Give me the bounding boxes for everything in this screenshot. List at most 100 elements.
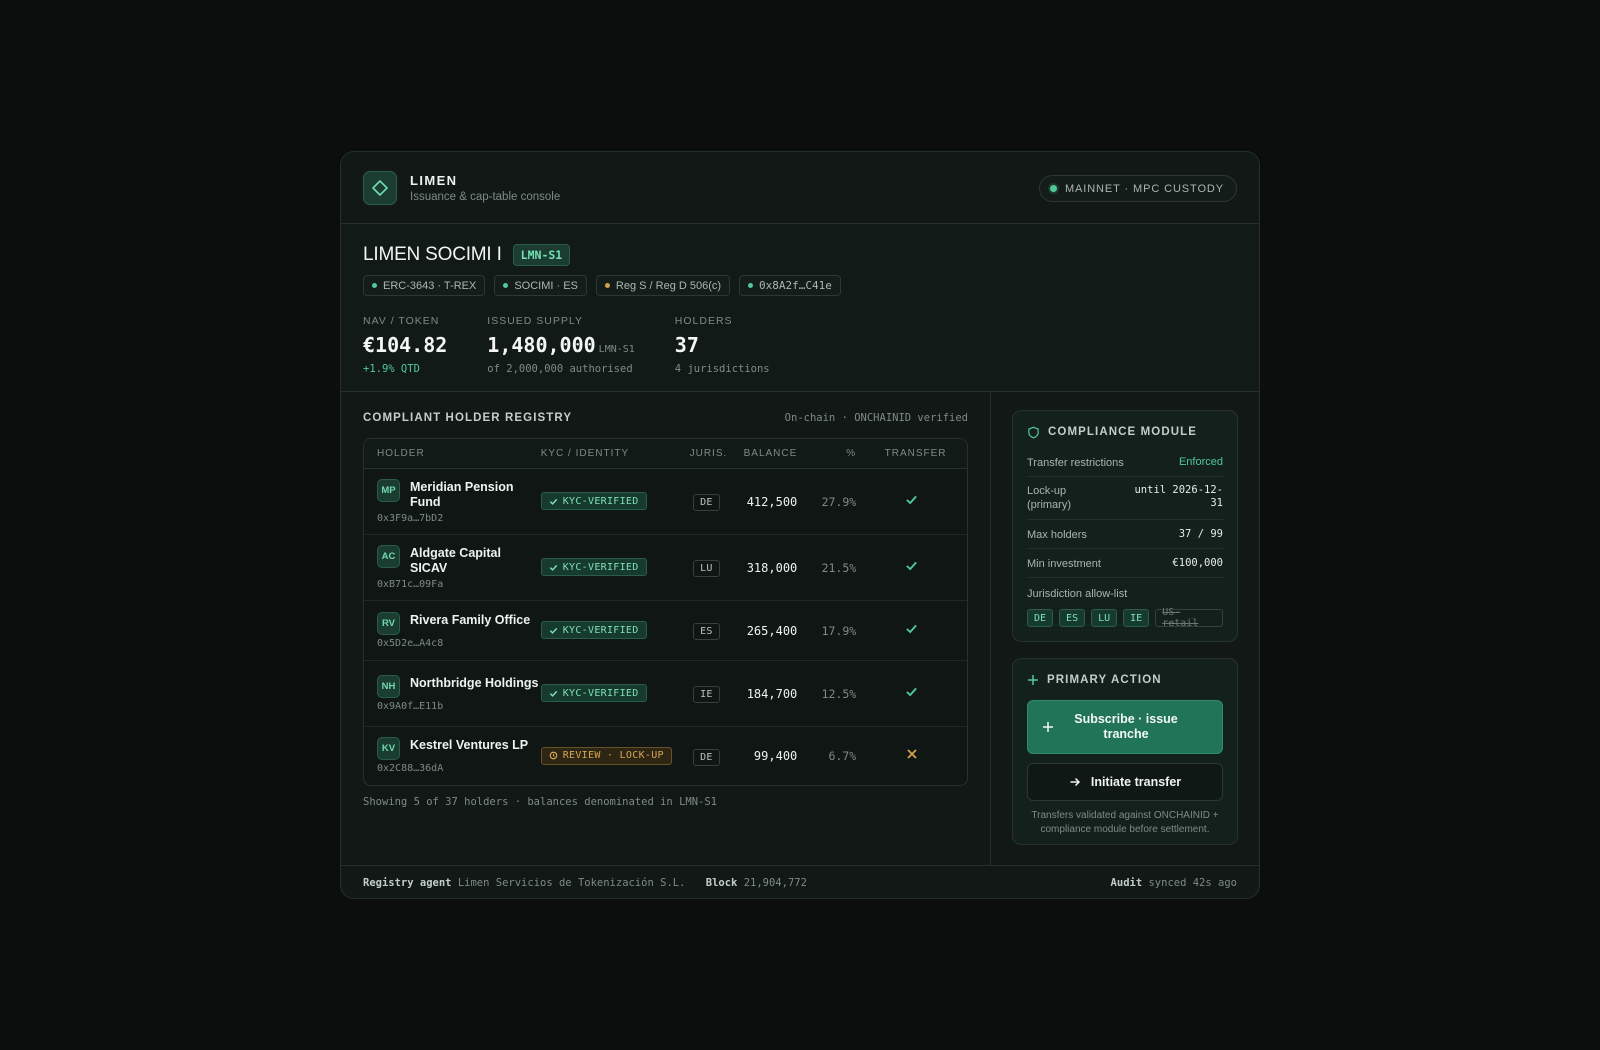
metric-holders: HOLDERS 37 4 jurisdictions — [674, 315, 770, 375]
primary-action-panel: PRIMARY ACTION Subscribe · issue tranche… — [1012, 658, 1238, 845]
holder-address: 0x3F9a…7bD2 — [377, 512, 444, 524]
brand: LIMEN Issuance & cap-table console — [410, 173, 560, 203]
table-row[interactable]: NH Northbridge Holdings 0x9A0f…E11b KYC-V… — [364, 661, 967, 727]
review-badge: REVIEW · LOCK-UP — [540, 746, 672, 765]
col-balance[interactable]: BALANCE — [732, 448, 797, 459]
tag-dot-icon — [503, 283, 509, 288]
balance: 265,400 — [746, 623, 798, 638]
diamond-logo-icon — [363, 170, 397, 205]
holder-address: 0xB71c…09Fa — [377, 578, 444, 590]
col-holder[interactable]: HOLDER — [364, 448, 541, 459]
col-jurisdiction[interactable]: JURIS. — [680, 448, 732, 459]
table-row[interactable]: KV Kestrel Ventures LP 0x2C88…36dA REVIEW… — [364, 727, 967, 785]
jurisdiction-chip: IE — [693, 686, 720, 703]
table-row[interactable]: MP Meridian Pension Fund 0x3F9a…7bD2 KYC-… — [364, 469, 967, 535]
transfer-allowed-check-icon — [906, 561, 917, 570]
transfer-allowed-check-icon — [906, 687, 917, 696]
holder-name: Aldgate Capital SICAV — [410, 545, 501, 575]
holder-name: Northbridge Holdings — [410, 675, 539, 690]
rule-lockup: Lock-up (primary) until 2026-12-31 — [1027, 477, 1223, 520]
allow-chip-lu: LU — [1091, 609, 1118, 627]
app-subtitle: Issuance & cap-table console — [410, 190, 561, 203]
asset-tags: ERC-3643 · T-REX SOCIMI · ES Reg S / Reg… — [363, 275, 1237, 296]
holder-name: Meridian Pension Fund — [410, 479, 514, 509]
subscribe-issue-tranche-button[interactable]: Subscribe · issue tranche — [1027, 700, 1223, 754]
registry-title: COMPLIANT HOLDER REGISTRY — [363, 412, 573, 424]
holder-name: Kestrel Ventures LP — [410, 738, 529, 752]
balance: 412,500 — [746, 494, 798, 509]
check-icon — [549, 564, 557, 571]
transfer-allowed-check-icon — [906, 495, 917, 504]
holder-address: 0x5D2e…A4c8 — [377, 637, 444, 649]
metrics: NAV / TOKEN €104.82 +1.9% QTD ISSUED SUP… — [363, 315, 1237, 375]
tag-regulation: Reg S / Reg D 506(c) — [595, 275, 731, 296]
status-footer: Registry agent Limen Servicios de Tokeni… — [363, 876, 1237, 889]
kyc-badge: KYC-VERIFIED — [540, 684, 647, 703]
holder-address: 0x2C88…36dA — [377, 763, 444, 774]
registry-agent: Limen Servicios de Tokenización S.L. — [457, 876, 686, 889]
percent: 6.7% — [828, 749, 857, 763]
shield-icon — [1028, 426, 1039, 438]
ticker-badge: LMN-S1 — [512, 244, 571, 266]
block-number: 21,904,772 — [743, 876, 807, 889]
allow-list-label: Jurisdiction allow-list — [1027, 588, 1128, 600]
table-row[interactable]: AC Aldgate Capital SICAV 0xB71c…09Fa KYC-… — [364, 535, 967, 601]
balance: 184,700 — [746, 686, 798, 701]
metric-supply: ISSUED SUPPLY 1,480,000 LMN-S1 of 2,000,0… — [487, 315, 635, 375]
allow-chip-es: ES — [1059, 609, 1086, 627]
avatar: AC — [377, 544, 400, 568]
tag-dot-icon — [604, 283, 610, 288]
avatar: NH — [377, 674, 400, 698]
network-status-pill[interactable]: MAINNET · MPC CUSTODY — [1038, 175, 1237, 202]
compliance-title: COMPLIANCE MODULE — [1048, 426, 1198, 438]
kyc-badge: KYC-VERIFIED — [540, 558, 647, 577]
issuance-console: LIMEN Issuance & cap-table console MAINN… — [340, 151, 1260, 899]
tag-dot-icon — [372, 283, 377, 288]
balance: 318,000 — [746, 560, 798, 575]
col-percent[interactable]: % — [797, 448, 856, 459]
clock-icon — [549, 751, 558, 760]
plus-icon — [1028, 675, 1038, 685]
col-transfer[interactable]: TRANSFER — [856, 448, 967, 459]
jurisdiction-chip: LU — [693, 560, 720, 577]
action-title: PRIMARY ACTION — [1047, 674, 1162, 686]
tag-standard: ERC-3643 · T-REX — [363, 275, 486, 296]
status-dot-icon — [1049, 185, 1057, 192]
tag-contract-address[interactable]: 0x8A2f…C41e — [739, 275, 841, 296]
check-icon — [549, 498, 557, 505]
rule-max-holders: Max holders 37 / 99 — [1027, 520, 1223, 549]
table-row[interactable]: RV Rivera Family Office 0x5D2e…A4c8 KYC-V… — [364, 601, 967, 661]
check-icon — [549, 627, 557, 634]
transfer-allowed-check-icon — [906, 624, 917, 633]
audit-status: synced 42s ago — [1148, 876, 1237, 889]
metric-nav: NAV / TOKEN €104.82 +1.9% QTD — [363, 315, 448, 375]
asset-summary: LIMEN SOCIMI I LMN-S1 ERC-3643 · T-REX S… — [341, 224, 1259, 392]
allow-chip-ie: IE — [1123, 609, 1150, 627]
tag-vehicle: SOCIMI · ES — [494, 275, 587, 296]
initiate-transfer-button[interactable]: Initiate transfer — [1027, 763, 1223, 801]
allow-chip-de: DE — [1027, 609, 1054, 627]
holder-name: Rivera Family Office — [410, 612, 531, 627]
percent: 17.9% — [821, 623, 857, 638]
registry-note: On-chain · ONCHAINID verified — [784, 412, 968, 424]
jurisdiction-chip: DE — [693, 494, 720, 511]
balance: 99,400 — [753, 749, 798, 763]
holder-table: HOLDER KYC / IDENTITY JURIS. BALANCE % T… — [363, 438, 968, 786]
tag-dot-icon — [748, 283, 754, 288]
rule-min-investment: Min investment €100,000 — [1027, 549, 1223, 578]
rule-transfer-restrictions: Transfer restrictions Enforced — [1027, 449, 1223, 477]
registry-footer: Showing 5 of 37 holders · balances denom… — [363, 796, 718, 808]
percent: 27.9% — [821, 494, 857, 509]
asset-title: LIMEN SOCIMI I — [363, 244, 502, 265]
avatar: RV — [377, 611, 400, 635]
kyc-badge: KYC-VERIFIED — [540, 621, 647, 640]
percent: 21.5% — [821, 560, 857, 575]
status-enforced: Enforced — [1178, 456, 1223, 468]
table-header: HOLDER KYC / IDENTITY JURIS. BALANCE % T… — [364, 439, 967, 469]
side-panels: COMPLIANCE MODULE Transfer restrictions … — [991, 392, 1259, 865]
kyc-badge: KYC-VERIFIED — [540, 492, 647, 511]
check-icon — [549, 690, 557, 697]
transfer-validation-note: Transfers validated against ONCHAINID + … — [1031, 810, 1219, 835]
col-kyc[interactable]: KYC / IDENTITY — [541, 448, 681, 459]
blocked-chip-us-retail: US-retail — [1155, 607, 1223, 629]
